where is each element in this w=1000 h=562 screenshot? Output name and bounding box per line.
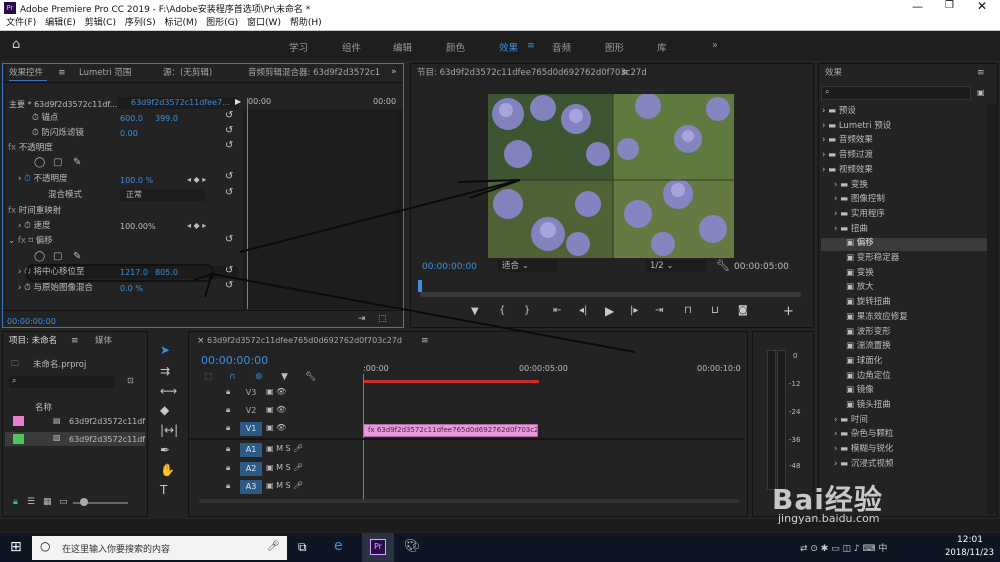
edge-icon[interactable]: e (334, 538, 343, 554)
windows-start-icon[interactable]: ⊞ (10, 539, 22, 555)
clock-time[interactable]: 12:01 (957, 535, 983, 545)
clock-date[interactable]: 2018/11/23 (945, 548, 994, 558)
microphone-icon[interactable]: 🎤︎ (267, 541, 280, 552)
tray-icons[interactable]: ⇄ ⊙ ✱ ▭ ◫ ♪ ⌨ 中 (800, 541, 887, 554)
watermark-url: jingyan.baidu.com (778, 512, 880, 525)
premiere-taskbar-button[interactable]: Pr (362, 533, 394, 562)
taskbar-search-placeholder: 在这里输入你要搜索的内容 (62, 545, 171, 555)
paint-icon[interactable]: 🎨︎ (404, 539, 421, 554)
cortana-icon: ○ (40, 539, 51, 553)
taskbar: ⊞ ○ 在这里输入你要搜索的内容 🎤︎ ⧉ e Pr 🎨︎ ⇄ ⊙ ✱ ▭ ◫ … (0, 533, 1000, 562)
taskbar-search-box[interactable]: ○ 在这里输入你要搜索的内容 🎤︎ (32, 536, 287, 560)
task-view-icon[interactable]: ⧉ (298, 540, 307, 555)
premiere-taskbar-icon: Pr (370, 539, 386, 555)
baidu-watermark: Bai经验 jingyan.baidu.com (772, 478, 992, 525)
